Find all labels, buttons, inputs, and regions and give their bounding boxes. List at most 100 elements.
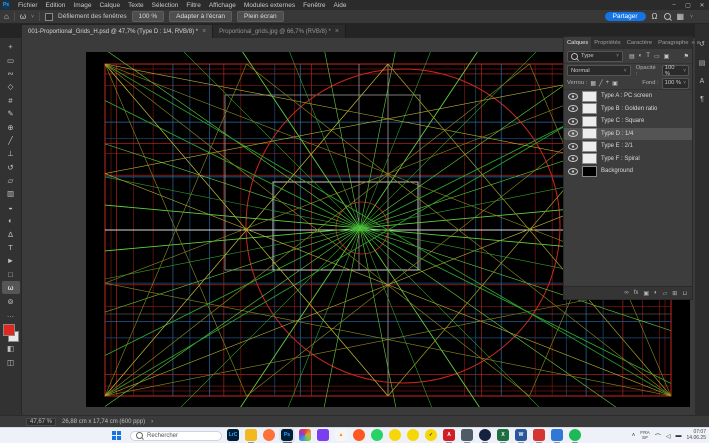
volume-icon[interactable]: ◁ [666, 433, 671, 440]
crop-tool-icon[interactable]: # [2, 94, 20, 107]
filter-pin-icon[interactable]: ⚑ [684, 53, 689, 60]
eraser-tool-icon[interactable]: ▱ [2, 174, 20, 187]
lock-position-icon[interactable]: + [606, 80, 610, 87]
marquee-tool-icon[interactable]: ▭ [2, 53, 20, 66]
fill-field[interactable]: 100 % ˅ [662, 78, 689, 89]
edit-toolbar-tool-icon[interactable]: … [2, 308, 20, 321]
vlc-icon[interactable]: ▲ [335, 429, 347, 441]
acrobat-icon[interactable]: A [443, 429, 455, 441]
zoom-level-field[interactable]: 47,67 % [26, 418, 56, 426]
dodge-tool-icon[interactable]: ◐ [2, 214, 20, 227]
path-selection-tool-icon[interactable]: ► [2, 254, 20, 267]
layer-row-type-b-golden-ratio[interactable]: Type B : Golden ratio [564, 103, 692, 116]
yellow-app-3-icon[interactable]: ✓ [425, 429, 437, 441]
hand-tool-icon[interactable]: ω [2, 281, 20, 294]
bell-icon[interactable]: Ω [652, 12, 658, 21]
visibility-eye-icon[interactable] [568, 155, 578, 162]
move-tool-icon[interactable]: + [2, 40, 20, 53]
new-layer-icon[interactable]: ⊞ [672, 290, 677, 297]
visibility-eye-icon[interactable] [568, 118, 578, 125]
fit-screen-button[interactable]: Adapter à l'écran [169, 11, 232, 22]
scroll-all-windows-checkbox[interactable] [45, 13, 53, 21]
opacity-field[interactable]: 100 % ˅ [662, 65, 689, 76]
document-tab-1[interactable]: 001-Proportional_Grids_H.psd @ 47,7% (Ty… [22, 25, 213, 38]
visibility-eye-icon[interactable] [568, 168, 578, 175]
spot-healing-tool-icon[interactable]: ⊕ [2, 120, 20, 133]
word-icon[interactable]: W [515, 429, 527, 441]
object-selection-tool-icon[interactable]: ◇ [2, 80, 20, 93]
filter-pixel-layers-icon[interactable]: ▤ [629, 53, 635, 60]
battery-icon[interactable]: ▬ [676, 433, 682, 439]
chevron-down-icon[interactable]: ˅ [31, 14, 34, 20]
gradient-tool-icon[interactable]: ▥ [2, 187, 20, 200]
visibility-eye-icon[interactable] [568, 143, 578, 150]
eyedropper-tool-icon[interactable]: ✎ [2, 107, 20, 120]
filter-shape-layers-icon[interactable]: ▭ [654, 53, 660, 60]
filter-type-layers-icon[interactable]: T [646, 53, 650, 60]
menu-affichage[interactable]: Affichage [205, 2, 240, 9]
layer-effects-icon[interactable]: fx [634, 290, 639, 296]
blue-app-icon[interactable] [551, 429, 563, 441]
pen-tool-icon[interactable]: ∆ [2, 227, 20, 240]
minimize-button[interactable]: – [667, 2, 681, 9]
menu-modules-externes[interactable]: Modules externes [240, 2, 299, 9]
zoom-tool-icon[interactable]: ⊚ [2, 294, 20, 307]
status-chevron-icon[interactable]: › [151, 419, 153, 425]
panel-tab-propri-t-s[interactable]: Propriétés [591, 37, 623, 49]
copilot-icon[interactable] [479, 429, 491, 441]
whatsapp-icon[interactable] [371, 429, 383, 441]
layer-row-type-e-2-1[interactable]: Type E : 2/1 [564, 140, 692, 153]
workspace-icon[interactable]: ▦ [677, 12, 685, 21]
brush-tool-icon[interactable]: ╱ [2, 134, 20, 147]
blur-tool-icon[interactable]: ◒ [2, 201, 20, 214]
calculator-icon[interactable] [461, 429, 473, 441]
lasso-tool-icon[interactable]: ∾ [2, 67, 20, 80]
clock[interactable]: 07:07 14.06.25 [687, 430, 706, 442]
panel-tab-paragraphe[interactable]: Paragraphe [655, 37, 691, 49]
chevron-down-icon[interactable]: ˅ [690, 14, 693, 20]
dock-swatches-icon[interactable]: ▤ [699, 59, 706, 67]
wifi-icon[interactable]: ⌒ [655, 432, 661, 441]
lock-pixels-icon[interactable]: ╱ [599, 80, 603, 87]
excel-icon[interactable]: X [497, 429, 509, 441]
zoom-100-button[interactable]: 100 % [132, 11, 164, 22]
clone-stamp-tool-icon[interactable]: ⊥ [2, 147, 20, 160]
screen-mode-icon[interactable]: ◫ [2, 356, 20, 369]
red-app-icon[interactable] [533, 429, 545, 441]
tab-close-icon[interactable]: × [202, 28, 206, 35]
home-icon[interactable]: ⌂ [4, 12, 9, 21]
menu-s-lection[interactable]: Sélection [148, 2, 183, 9]
adjustment-layer-icon[interactable]: ◐ [654, 290, 658, 296]
visibility-eye-icon[interactable] [568, 105, 578, 112]
menu-fen-tre[interactable]: Fenêtre [299, 2, 329, 9]
file-explorer-icon[interactable] [245, 429, 257, 441]
filter-smart-objects-icon[interactable]: ▣ [664, 53, 670, 60]
search-icon[interactable] [664, 13, 671, 20]
panel-overflow-icon[interactable]: » [691, 40, 694, 46]
link-layers-icon[interactable]: ∞ [624, 290, 628, 296]
tab-close-icon[interactable]: × [335, 28, 339, 35]
language-indicator[interactable]: FRA SF [640, 431, 650, 442]
history-brush-tool-icon[interactable]: ↺ [2, 161, 20, 174]
foreground-color-swatch[interactable] [3, 324, 15, 336]
layer-row-background[interactable]: Background [564, 165, 692, 178]
lock-all-icon[interactable]: ▣ [612, 80, 618, 87]
photoshop-icon[interactable]: Ps [281, 429, 293, 441]
visibility-eye-icon[interactable] [568, 130, 578, 137]
fullscreen-button[interactable]: Plein écran [237, 11, 284, 22]
colorful-app-icon[interactable] [299, 429, 311, 441]
lightroom-classic-icon[interactable]: LrC [227, 429, 239, 441]
menu-calque[interactable]: Calque [95, 2, 124, 9]
visibility-eye-icon[interactable] [568, 93, 578, 100]
document-tab-2[interactable]: Proportional_grids.jpg @ 66,7% (RVB/8) *… [213, 25, 346, 38]
layer-filter-select[interactable]: Type ˅ [567, 51, 623, 62]
dock-paragraph-icon[interactable]: ¶ [700, 96, 704, 103]
lock-transparency-icon[interactable]: ▦ [590, 80, 596, 87]
panel-menu-icon[interactable]: ≡ [697, 40, 700, 46]
green-app-icon[interactable] [569, 429, 581, 441]
layer-row-type-f-spiral[interactable]: Type F : Spiral [564, 153, 692, 166]
share-button[interactable]: Partager [605, 12, 646, 21]
panel-tab-caract-re[interactable]: Caractère [624, 37, 655, 49]
add-mask-icon[interactable]: ▣ [643, 290, 649, 297]
tray-chevron-icon[interactable]: ˄ [632, 433, 636, 439]
